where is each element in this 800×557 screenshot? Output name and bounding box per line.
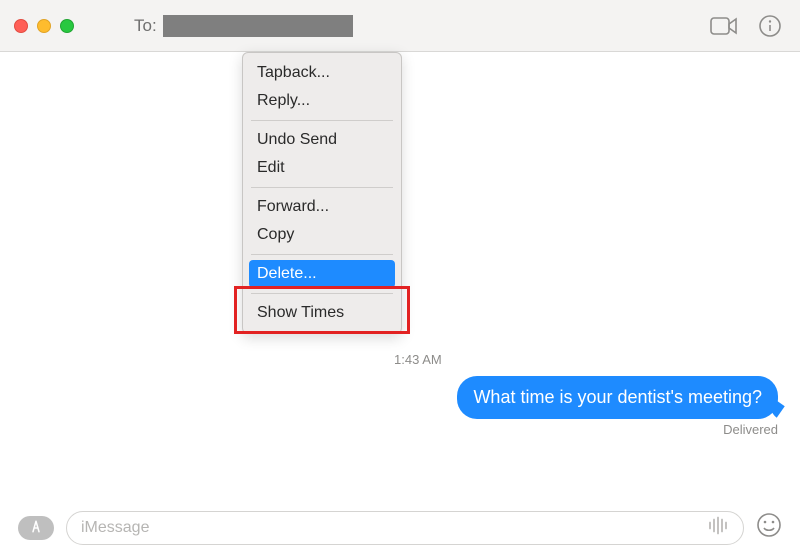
to-recipient-redacted (163, 15, 353, 37)
menu-separator (251, 120, 393, 121)
info-icon[interactable] (756, 12, 784, 40)
menu-item-forward[interactable]: Forward... (243, 193, 401, 221)
facetime-icon[interactable] (710, 12, 738, 40)
context-menu: Tapback... Reply... Undo Send Edit Forwa… (242, 52, 402, 334)
apps-button[interactable] (18, 516, 54, 540)
menu-item-undo-send[interactable]: Undo Send (243, 126, 401, 154)
menu-item-edit[interactable]: Edit (243, 154, 401, 182)
outgoing-message-bubble[interactable]: What time is your dentist's meeting? (457, 376, 778, 419)
delivery-status: Delivered (723, 422, 778, 437)
conversation-area: Tapback... Reply... Undo Send Edit Forwa… (0, 52, 800, 499)
outgoing-message-text: What time is your dentist's meeting? (473, 387, 762, 407)
menu-item-tapback[interactable]: Tapback... (243, 59, 401, 87)
close-window-button[interactable] (14, 19, 28, 33)
titlebar: To: (0, 0, 800, 52)
menu-item-show-times[interactable]: Show Times (243, 299, 401, 327)
to-field[interactable]: To: (134, 15, 353, 37)
compose-bar: iMessage (0, 499, 800, 557)
audio-message-icon[interactable] (707, 517, 731, 540)
menu-separator (251, 254, 393, 255)
menu-item-delete[interactable]: Delete... (249, 260, 395, 288)
window-controls (14, 19, 74, 33)
menu-item-reply[interactable]: Reply... (243, 87, 401, 115)
message-input[interactable]: iMessage (66, 511, 744, 545)
menu-separator (251, 293, 393, 294)
minimize-window-button[interactable] (37, 19, 51, 33)
message-timestamp: 1:43 AM (394, 352, 442, 367)
fullscreen-window-button[interactable] (60, 19, 74, 33)
menu-item-copy[interactable]: Copy (243, 221, 401, 249)
message-input-placeholder: iMessage (81, 519, 149, 537)
menu-separator (251, 187, 393, 188)
to-label: To: (134, 16, 157, 36)
emoji-picker-icon[interactable] (756, 512, 782, 545)
